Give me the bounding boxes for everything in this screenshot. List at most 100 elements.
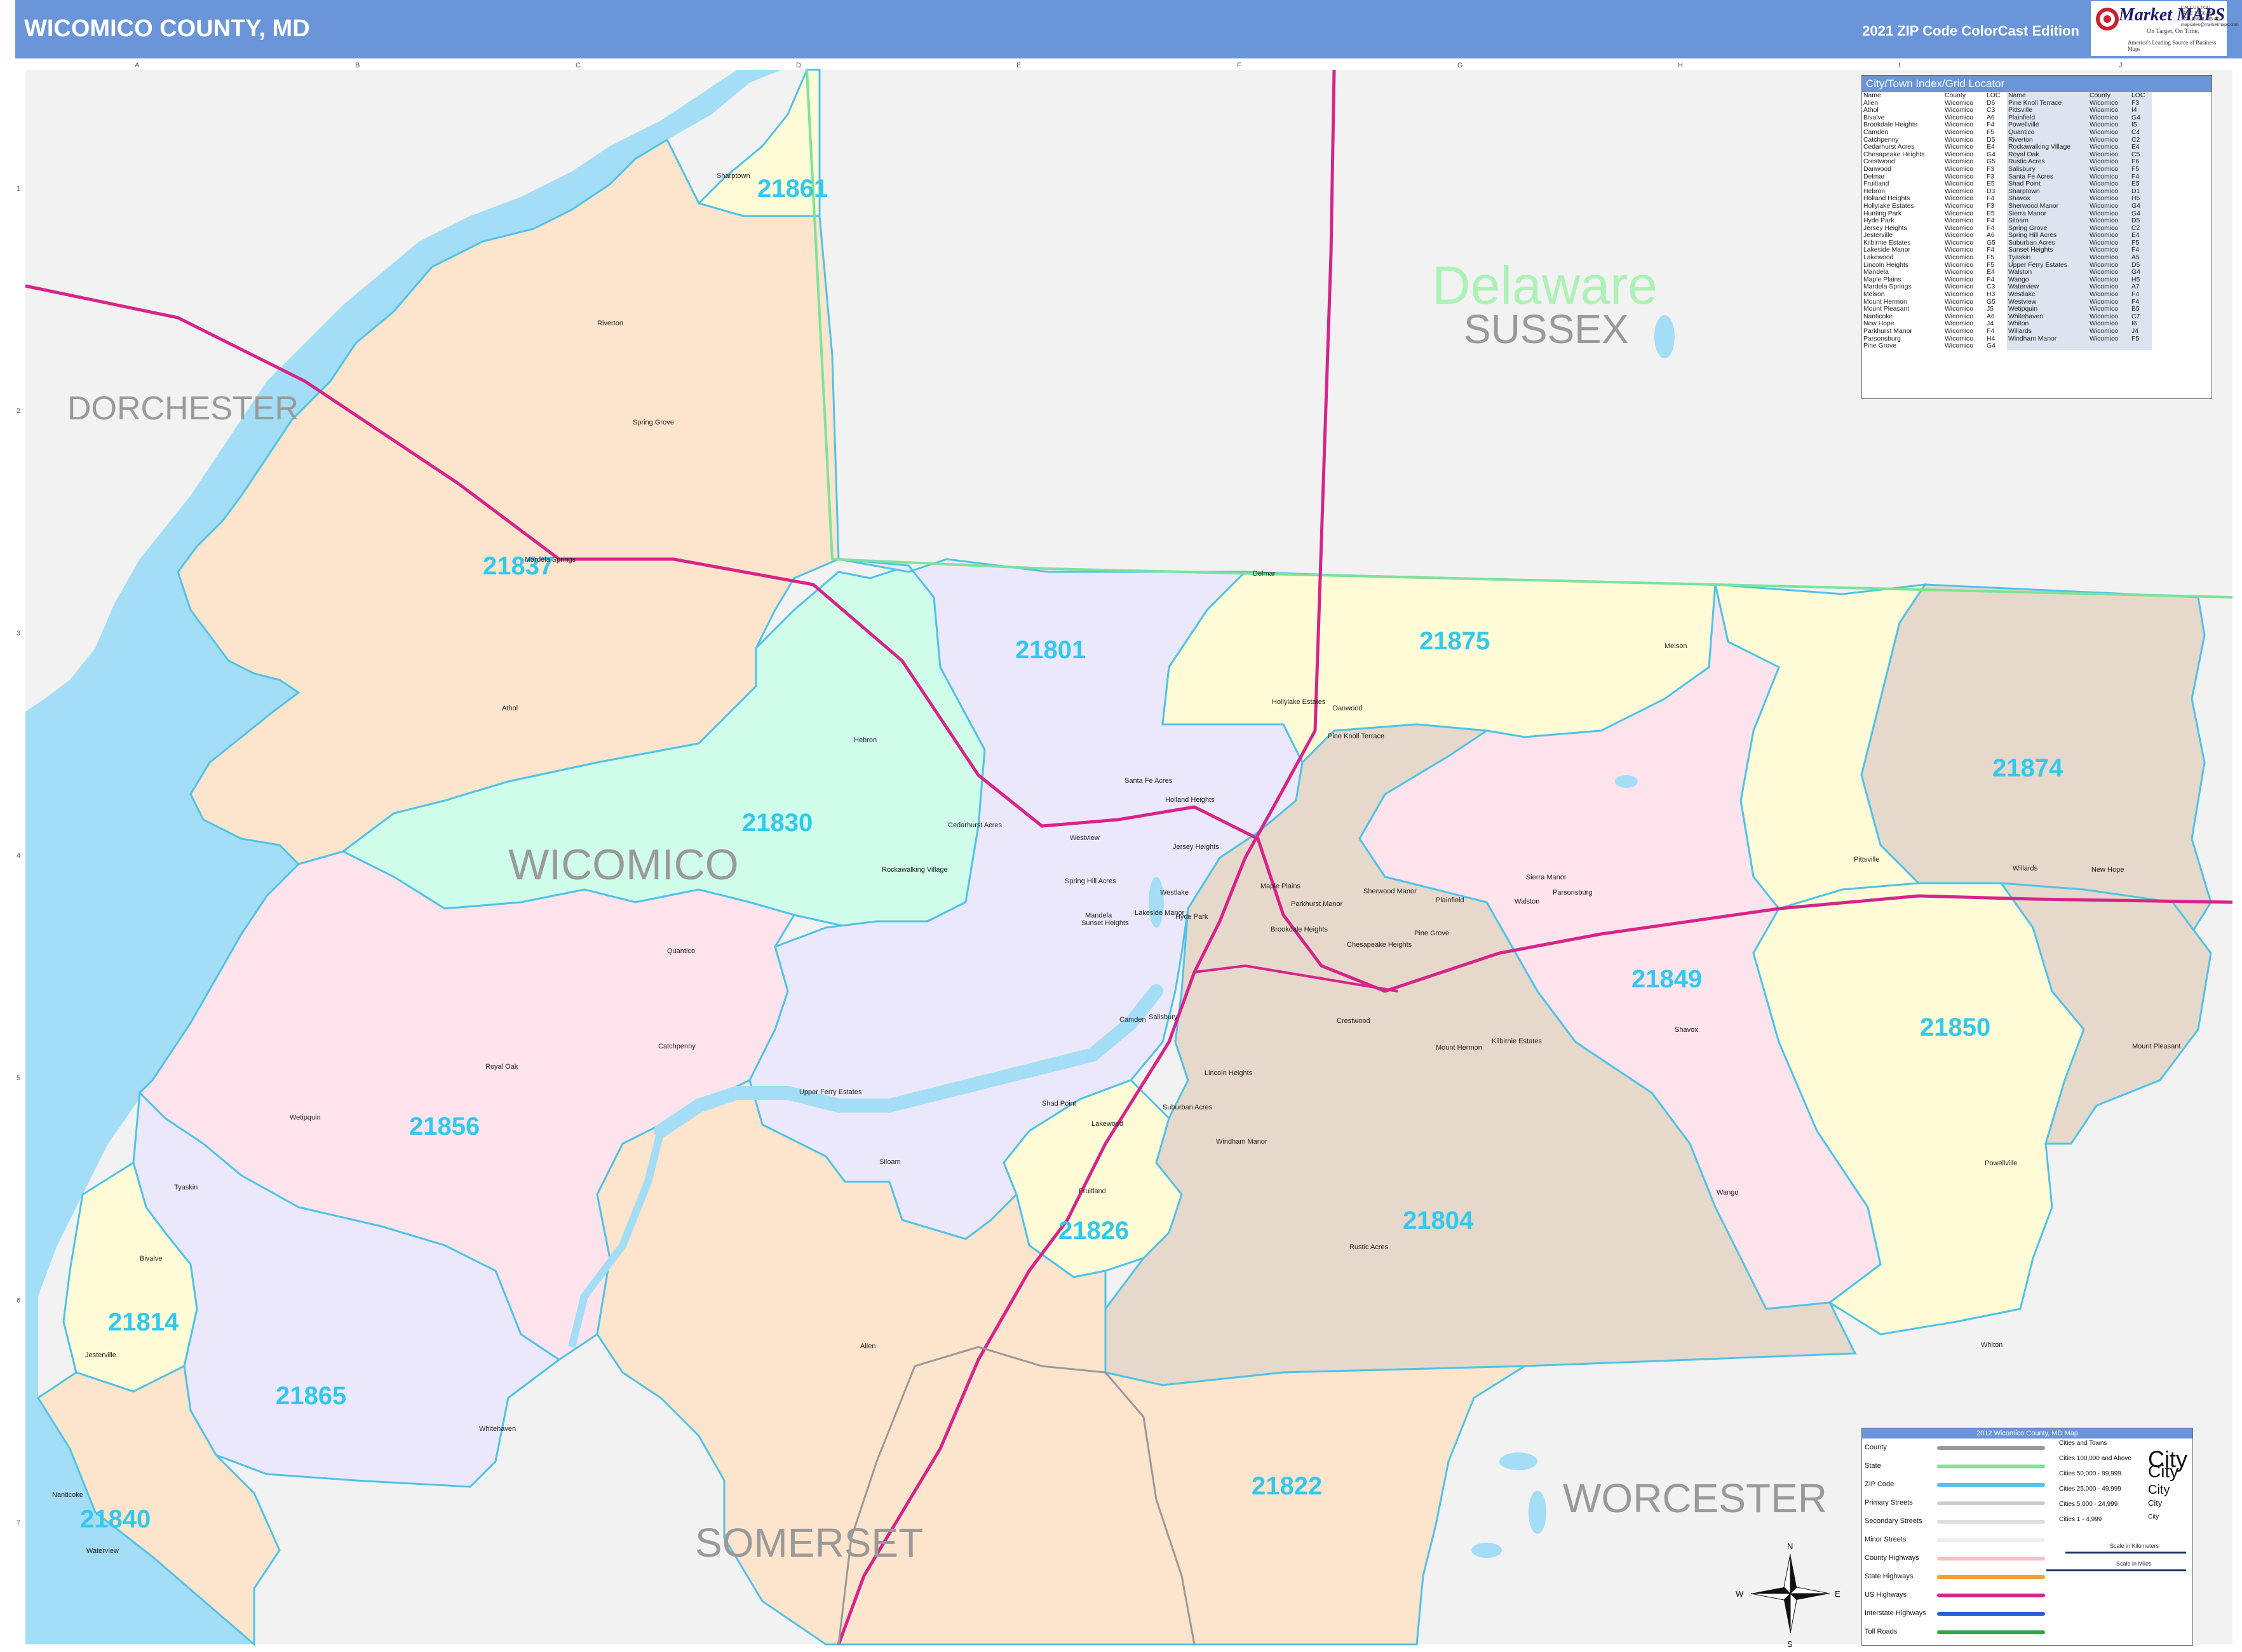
city-loc: C5 — [2130, 151, 2152, 159]
town-label: Parsonsburg — [1553, 889, 1592, 897]
city-county: Wicomico — [1945, 254, 1974, 262]
city-loc: A6 — [1987, 232, 1995, 240]
city-loc: C2 — [2130, 136, 2152, 144]
legend-item: State — [1865, 1462, 1881, 1470]
city-county: Wicomico — [2088, 128, 2130, 137]
city-index-row: Delmar Wicomico F3 Santa Fe Acres Wicomico F4 — [1862, 173, 2152, 181]
town-label: Whiton — [1981, 1341, 2002, 1349]
legend-item: Primary Streets — [1865, 1499, 1913, 1506]
city-loc: G5 — [1987, 158, 1996, 166]
city-loc: E5 — [1987, 210, 1995, 217]
compass-s: S — [1787, 1639, 1793, 1649]
city-name: Tyaskin — [2007, 254, 2088, 262]
city-loc: C4 — [2130, 128, 2152, 137]
city-name: Pine Knoll Terrace — [2007, 99, 2088, 107]
legend-swatch — [1937, 1483, 2045, 1487]
town-label: Holland Heights — [1165, 796, 1215, 804]
lake — [1615, 775, 1638, 788]
city-loc: F4 — [1987, 328, 1995, 335]
city-name: Hyde Park — [1863, 217, 1894, 225]
zip-label-21850: 21850 — [1920, 1013, 1990, 1041]
logo-contact: CALL US TOLL FREE 1-800-458-2721 EMAIL U… — [2181, 6, 2239, 27]
town-label: Riverton — [597, 320, 623, 327]
town-label: Crestwood — [1337, 1017, 1370, 1025]
map-header: WICOMICO COUNTY, MD 2021 ZIP Code ColorC… — [15, 0, 2242, 58]
city-name: Wetipquin — [2007, 306, 2088, 313]
town-label: Sierra Manor — [1526, 874, 1567, 881]
zip-label-21875: 21875 — [1419, 627, 1490, 655]
grid-letters-top: A B C D E F G H I J — [135, 62, 2123, 69]
logo-subtagline: America's Leading Source of Business Map… — [2128, 39, 2217, 52]
city-county: Wicomico — [2088, 335, 2130, 343]
city-name: Hunting Park — [1863, 210, 1902, 217]
city-county: Wicomico — [2088, 276, 2130, 284]
legend-item: County Highways — [1865, 1554, 1919, 1562]
city-name: Jesterville — [1863, 232, 1893, 240]
city-county: Wicomico — [1945, 173, 1974, 180]
city-name: Jersey Heights — [1863, 224, 1907, 232]
lake — [1654, 315, 1675, 358]
city-county: Wicomico — [2088, 313, 2130, 321]
city-loc: C7 — [2130, 313, 2152, 321]
city-name: Sunset Heights — [2007, 247, 2088, 255]
city-loc: G4 — [2130, 114, 2152, 122]
edition-label: 2021 ZIP Code ColorCast Edition — [1862, 23, 2079, 39]
city-loc: D6 — [1987, 99, 1996, 107]
city-loc: D1 — [2130, 187, 2152, 196]
zip-label-21826: 21826 — [1058, 1217, 1129, 1245]
town-label: Delmar — [1253, 570, 1276, 578]
zip-label-21804: 21804 — [1403, 1207, 1474, 1235]
city-loc: J4 — [1987, 320, 1994, 328]
city-loc: D5 — [2130, 217, 2152, 225]
city-name: Sherwood Manor — [2007, 202, 2088, 210]
town-label: Sunset Heights — [1081, 919, 1129, 927]
city-name: Allen — [1863, 99, 1879, 107]
city-county: Wicomico — [2088, 158, 2130, 166]
city-index-row: Nanticoke Wicomico A6 Whitehaven Wicomico C7 — [1862, 313, 2152, 321]
city-county: Wicomico — [2088, 247, 2130, 255]
city-index-row: Hyde Park Wicomico F4 Siloam Wicomico D5 — [1862, 217, 2152, 225]
city-loc: D5 — [2130, 261, 2152, 269]
city-county: Wicomico — [1945, 283, 1974, 291]
town-label: Pine Knoll Terrace — [1328, 733, 1384, 740]
city-name: Windham Manor — [2007, 335, 2088, 343]
town-label: Wango — [1717, 1189, 1738, 1196]
city-county: Wicomico — [1945, 232, 1974, 240]
city-loc: F4 — [1987, 224, 1995, 232]
city-loc: G4 — [2130, 269, 2152, 276]
city-name: Mount Hermon — [1863, 298, 1907, 306]
city-county: Wicomico — [1945, 298, 1974, 306]
grid-column-letter: E — [1016, 62, 1021, 69]
header-county: County — [1945, 92, 1966, 99]
legend-city-sample: City — [2148, 1498, 2163, 1508]
header-loc: LOC — [2130, 92, 2152, 100]
city-name: Cedarhurst Acres — [1863, 144, 1915, 151]
city-name: Whiton — [2007, 320, 2088, 328]
city-name: Holland Heights — [1863, 195, 1910, 203]
city-loc: I6 — [2130, 320, 2152, 328]
city-loc: F4 — [1987, 217, 1995, 225]
city-county: Wicomico — [1945, 165, 1974, 173]
city-name: Lakeside Manor — [1863, 247, 1910, 254]
town-label: Allen — [860, 1343, 875, 1350]
county-label-somerset: SOMERSET — [695, 1520, 923, 1566]
city-loc: E4 — [1987, 269, 1995, 276]
city-name: Kilbirnie Estates — [1863, 239, 1911, 247]
city-name: Sharptown — [2007, 187, 2088, 196]
town-label: Jersey Heights — [1173, 843, 1219, 851]
city-name: Quantico — [2007, 128, 2088, 137]
town-label: Windham Manor — [1216, 1138, 1267, 1146]
city-loc: F6 — [2130, 158, 2152, 166]
compass-w: W — [1736, 1589, 1744, 1599]
scale-km: Scale in Kilometers — [2110, 1543, 2159, 1549]
city-name: Nanticoke — [1863, 313, 1893, 320]
city-name: Santa Fe Acres — [2007, 173, 2088, 181]
town-label: Hollylake Estates — [1272, 698, 1326, 706]
city-loc: C3 — [1987, 107, 1996, 114]
grid-numbers-left: 1 2 3 4 5 6 7 — [17, 185, 20, 1527]
legend-item: Secondary Streets — [1865, 1517, 1922, 1525]
city-county: Wicomico — [1945, 151, 1974, 158]
town-label: New Hope — [2091, 866, 2124, 874]
city-name: Westlake — [2007, 291, 2088, 299]
city-county: Wicomico — [2088, 99, 2130, 107]
